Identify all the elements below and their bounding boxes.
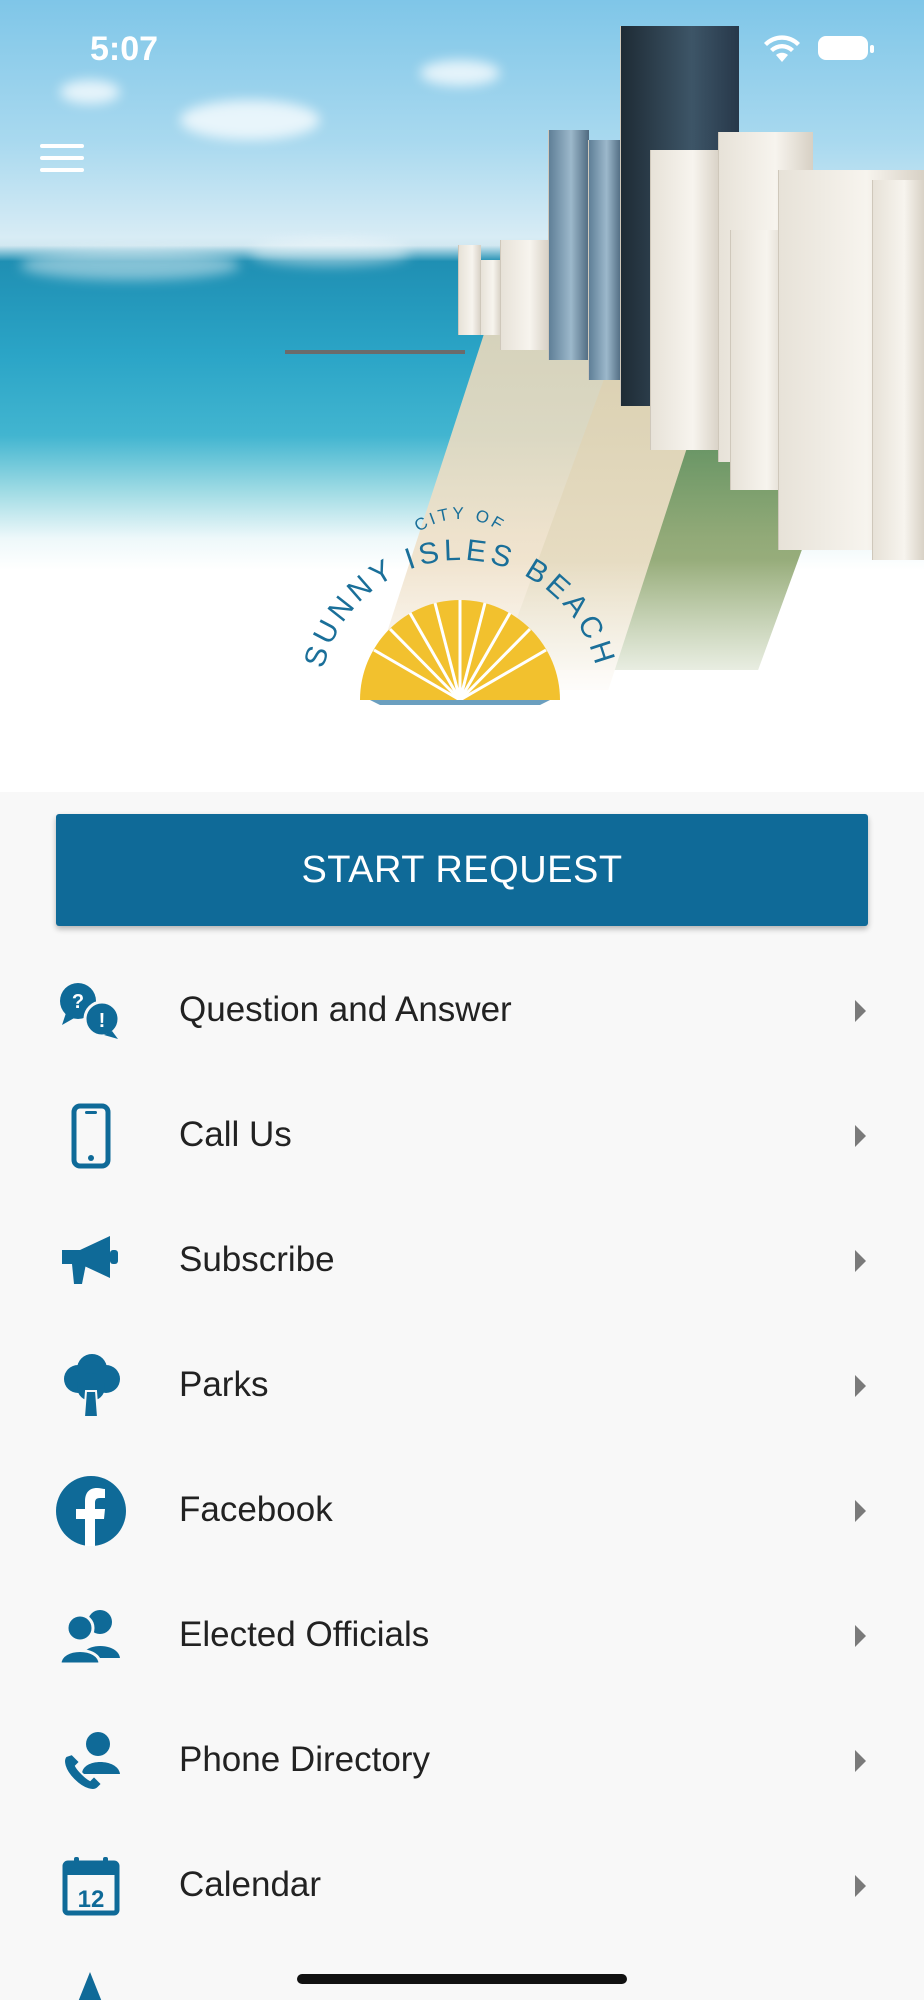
question-answer-icon: ? ! [52,972,130,1050]
list-item-calendar[interactable]: 12 Calendar [0,1825,924,1950]
svg-text:CITY OF: CITY OF [411,504,509,536]
officials-icon [52,1597,130,1675]
list-item-question-answer[interactable]: ? ! Question and Answer [0,950,924,1075]
list-item-phone-directory[interactable]: Phone Directory [0,1700,924,1825]
svg-text:?: ? [72,991,84,1013]
status-bar: 5:07 [0,0,924,100]
mobile-phone-icon [52,1097,130,1175]
main-content: START REQUEST ? ! Question and Answer Ca… [0,792,924,2000]
chevron-right-icon [855,1000,866,1022]
chevron-right-icon [855,1625,866,1647]
hamburger-menu-icon[interactable] [40,144,84,176]
sun-rays-icon [360,600,560,705]
chevron-right-icon [855,1375,866,1397]
list-item-parks[interactable]: Parks [0,1325,924,1450]
phone-directory-icon [52,1722,130,1800]
svg-text:!: ! [99,1010,106,1032]
status-time: 5:07 [90,30,159,68]
svg-text:12: 12 [78,1886,105,1913]
list-item-subscribe[interactable]: Subscribe [0,1200,924,1325]
list-item-label: Question and Answer [179,990,512,1029]
list-item-call-us[interactable]: Call Us [0,1075,924,1200]
start-request-button[interactable]: START REQUEST [56,814,868,926]
chevron-right-icon [855,1125,866,1147]
list-item-label: Call Us [179,1115,292,1154]
list-item-label: Elected Officials [179,1615,430,1654]
list-item-label: Facebook [179,1490,333,1529]
tree-icon [52,1347,130,1425]
list-item-label: Calendar [179,1865,322,1904]
megaphone-icon [52,1222,130,1300]
list-item-facebook[interactable]: Facebook [0,1450,924,1575]
chevron-right-icon [855,1875,866,1897]
battery-icon [818,36,874,60]
calendar-icon: 12 [52,1847,130,1925]
partial-icon [78,1972,102,2000]
home-indicator[interactable] [297,1974,627,1984]
list-item-label: Subscribe [179,1240,335,1279]
city-logo: CITY OF SUNNY ISLES BEACH [300,504,618,705]
chevron-right-icon [855,1750,866,1772]
logo-top-text: CITY OF [411,504,506,536]
facebook-icon [52,1472,130,1550]
wifi-icon [764,35,800,62]
chevron-right-icon [855,1500,866,1522]
list-item-label: Phone Directory [179,1740,430,1779]
list-item-label: Parks [179,1365,269,1404]
chevron-right-icon [855,1250,866,1272]
list-item-elected-officials[interactable]: Elected Officials [0,1575,924,1700]
